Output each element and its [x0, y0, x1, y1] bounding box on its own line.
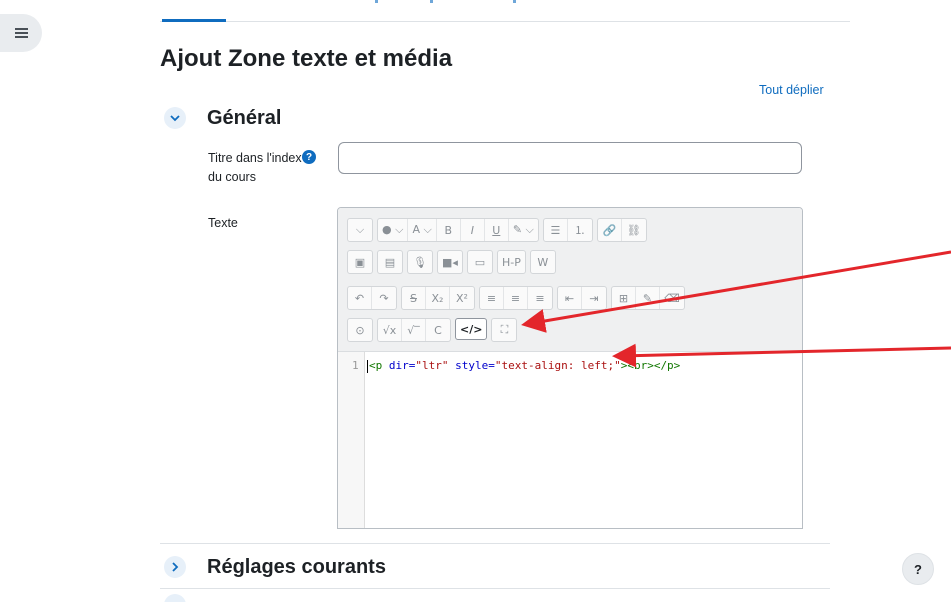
section-divider — [160, 543, 830, 544]
code-attr-style: style= — [448, 359, 495, 372]
course-index-drawer-toggle[interactable] — [0, 14, 42, 52]
editor-toolbar: ⌵ ● ⌵ A ⌵ B I U ✎ ⌵ ☰ ⒈ 🔗 ⛓ ▣ ▤ 🎙 ■◂ ▭ H… — [338, 208, 802, 352]
toolbar-row-4: ⊙ √x √‾ C </> ⛶ — [347, 318, 518, 342]
toolbar-row-3: ↶ ↷ S X₂ X² ≡ ≡ ≡ ⇤ ⇥ ⊞ ✎ ⌫ — [347, 286, 685, 310]
bold-button[interactable]: B — [437, 219, 461, 241]
help-button[interactable]: ? — [902, 553, 934, 585]
tab-bar-divider — [160, 21, 850, 22]
text-caret — [367, 359, 368, 373]
text-field-label: Texte — [208, 216, 238, 230]
code-value-dir: "ltr" — [415, 359, 449, 372]
text-color-dropdown[interactable]: ● ⌵ — [378, 219, 409, 241]
html-source-button[interactable]: </> — [455, 318, 488, 340]
highlight-dropdown[interactable]: ✎ ⌵ — [509, 219, 538, 241]
section-next-toggle[interactable] — [164, 594, 186, 602]
paragraph-style-dropdown[interactable]: ⌵ — [348, 219, 372, 241]
unlink-button[interactable]: ⛓ — [622, 219, 646, 241]
fullscreen-button[interactable]: ⛶ — [492, 319, 516, 341]
help-icon[interactable]: ? — [302, 150, 316, 164]
undo-button[interactable]: ↶ — [348, 287, 372, 309]
toolbar-row-2: ▣ ▤ 🎙 ■◂ ▭ H-P W — [347, 250, 556, 274]
page-title: Ajout Zone texte et média — [160, 45, 453, 72]
indent-button[interactable]: ⇥ — [582, 287, 606, 309]
subscript-button[interactable]: X₂ — [426, 287, 450, 309]
course-index-title-label-line1: Titre dans l'index — [208, 151, 302, 165]
align-center-button[interactable]: ≡ — [504, 287, 528, 309]
course-index-title-input[interactable] — [338, 142, 802, 174]
tab-indicator-fragment — [375, 0, 378, 3]
clear-formatting-button[interactable]: ⌫ — [660, 287, 684, 309]
section-general-title: Général — [207, 107, 282, 129]
html-editor[interactable]: ⌵ ● ⌵ A ⌵ B I U ✎ ⌵ ☰ ⒈ 🔗 ⛓ ▣ ▤ 🎙 ■◂ ▭ H… — [337, 207, 803, 529]
superscript-button[interactable]: X² — [450, 287, 474, 309]
edit-button[interactable]: ✎ — [636, 287, 660, 309]
course-index-title-label-line2: du cours — [208, 170, 256, 184]
unordered-list-button[interactable]: ☰ — [544, 219, 568, 241]
italic-button[interactable]: I — [461, 219, 485, 241]
expand-all-link[interactable]: Tout déplier — [759, 83, 824, 97]
manage-files-button[interactable]: ▭ — [468, 251, 492, 273]
code-value-style: "text-align: left;" — [494, 359, 621, 372]
chevron-right-icon — [171, 562, 178, 572]
section-general-toggle[interactable] — [164, 107, 186, 129]
redo-button[interactable]: ↷ — [372, 287, 396, 309]
code-tag-rest: ><br></p> — [620, 359, 681, 372]
chevron-down-icon — [170, 114, 180, 121]
ordered-list-button[interactable]: ⒈ — [568, 219, 592, 241]
record-audio-button[interactable]: 🎙 — [408, 251, 432, 273]
line-number: 1 — [352, 359, 359, 372]
section-common-title: Réglages courants — [207, 556, 386, 578]
image-button[interactable]: ▣ — [348, 251, 372, 273]
media-button[interactable]: ▤ — [378, 251, 402, 273]
code-attr-dir: dir= — [382, 359, 416, 372]
link-button[interactable]: 🔗 — [598, 219, 622, 241]
outdent-button[interactable]: ⇤ — [558, 287, 582, 309]
align-right-button[interactable]: ≡ — [528, 287, 552, 309]
equation-button[interactable]: √x — [378, 319, 402, 341]
align-left-button[interactable]: ≡ — [480, 287, 504, 309]
tab-indicator-fragment — [430, 0, 433, 3]
toolbar-row-1: ⌵ ● ⌵ A ⌵ B I U ✎ ⌵ ☰ ⒈ 🔗 ⛓ — [347, 218, 647, 242]
underline-button[interactable]: U — [485, 219, 509, 241]
list-icon — [14, 28, 28, 38]
line-number-gutter: 1 — [338, 352, 365, 528]
accessibility-checker-button[interactable]: ⊙ — [348, 319, 372, 341]
font-dropdown[interactable]: A ⌵ — [408, 219, 437, 241]
word-import-button[interactable]: W — [531, 251, 555, 273]
strikethrough-button[interactable]: S — [402, 287, 426, 309]
code-tag-open: <p — [369, 359, 383, 372]
root-button[interactable]: √‾ — [402, 319, 426, 341]
course-index-title-label: Titre dans l'index du cours — [208, 149, 302, 187]
html-code-area[interactable]: 1 <p dir="ltr" style="text-align: left;"… — [338, 352, 802, 528]
section-divider — [160, 588, 830, 589]
record-video-button[interactable]: ■◂ — [438, 251, 462, 273]
special-character-button[interactable]: C — [426, 319, 450, 341]
section-common-toggle[interactable] — [164, 556, 186, 578]
table-button[interactable]: ⊞ — [612, 287, 636, 309]
code-line[interactable]: <p dir="ltr" style="text-align: left;"><… — [367, 359, 680, 373]
active-tab-indicator — [162, 19, 226, 22]
tab-indicator-fragment — [513, 0, 516, 3]
h5p-button[interactable]: H-P — [498, 251, 525, 273]
